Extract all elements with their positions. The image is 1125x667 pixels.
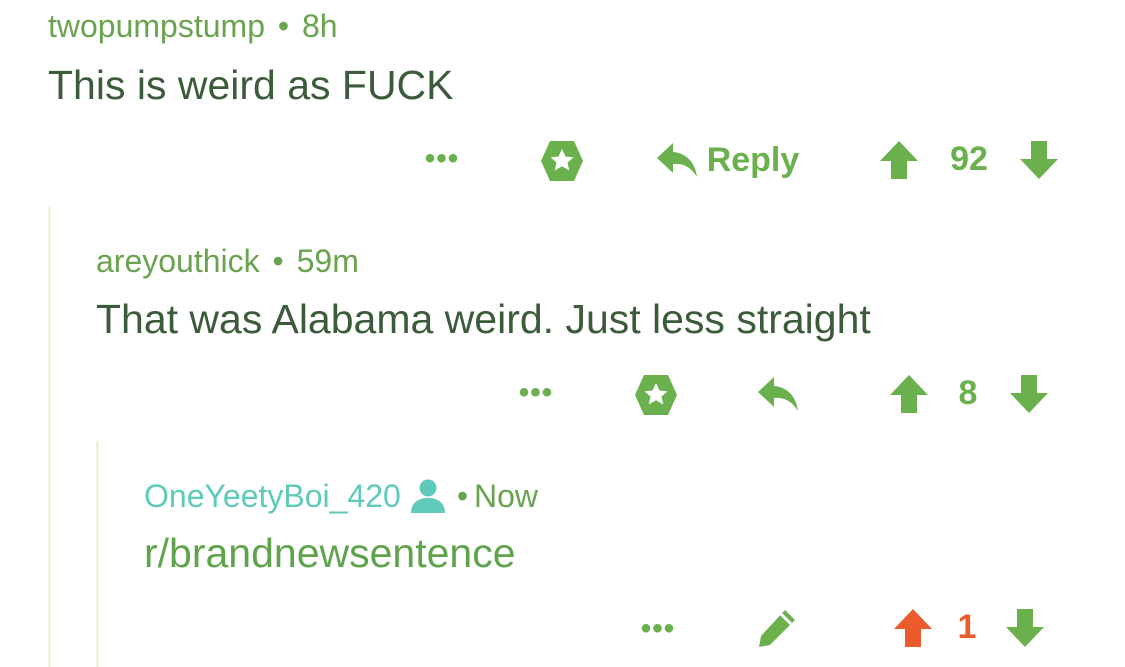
downvote-button[interactable] (1002, 606, 1048, 650)
comment-time: 59m (296, 243, 359, 279)
vote-score: 92 (950, 140, 988, 178)
award-button[interactable] (538, 138, 586, 184)
award-icon (633, 373, 679, 417)
upvote-arrow-icon (878, 139, 920, 181)
upvote-button[interactable] (886, 372, 932, 416)
vote-score: 8 (958, 374, 978, 412)
more-options-button[interactable]: ••• (420, 142, 464, 175)
comment-meta: areyouthick • 59m (96, 241, 359, 281)
comment-author[interactable]: twopumpstump (48, 8, 265, 44)
comment-time: Now (474, 478, 539, 514)
more-options-button[interactable]: ••• (636, 612, 680, 645)
reply-icon (756, 374, 800, 414)
meta-separator: • (272, 243, 284, 279)
downvote-arrow-icon (1018, 139, 1060, 181)
upvote-arrow-icon (892, 607, 934, 649)
more-options-button[interactable]: ••• (514, 376, 558, 409)
meta-separator: • (456, 478, 469, 514)
downvote-button[interactable] (1006, 372, 1052, 416)
pencil-icon (756, 607, 798, 649)
comment-body: That was Alabama weird. Just less straig… (96, 296, 871, 342)
more-options-icon: ••• (640, 612, 676, 645)
reply-button[interactable] (754, 372, 802, 416)
downvote-arrow-icon (1008, 373, 1050, 415)
reply-icon (655, 140, 699, 180)
downvote-arrow-icon (1004, 607, 1046, 649)
comment-meta: twopumpstump • 8h (48, 6, 338, 46)
award-icon (539, 139, 585, 183)
downvote-button[interactable] (1016, 138, 1062, 182)
comment-author[interactable]: areyouthick (96, 243, 260, 279)
award-button[interactable] (632, 372, 680, 418)
comment-time: 8h (301, 8, 338, 44)
upvote-button[interactable] (890, 606, 936, 650)
more-options-icon: ••• (424, 142, 460, 175)
op-user-icon (409, 478, 447, 514)
thread-line-level-2[interactable] (96, 441, 99, 667)
reply-label: Reply (706, 140, 800, 179)
upvote-button[interactable] (876, 138, 922, 182)
comment-author[interactable]: OneYeetyBoi_420 (144, 476, 401, 516)
meta-separator: • (277, 8, 290, 44)
vote-score: 1 (957, 608, 977, 646)
comment-body: This is weird as FUCK (48, 62, 454, 108)
edit-button[interactable] (754, 606, 800, 650)
reply-button[interactable]: Reply (652, 138, 802, 182)
thread-line-level-1[interactable] (48, 207, 51, 667)
comment-meta: OneYeetyBoi_420 • Now (144, 476, 538, 516)
upvote-arrow-icon (888, 373, 930, 415)
more-options-icon: ••• (518, 376, 554, 409)
comment-body: r/brandnewsentence (144, 530, 516, 576)
